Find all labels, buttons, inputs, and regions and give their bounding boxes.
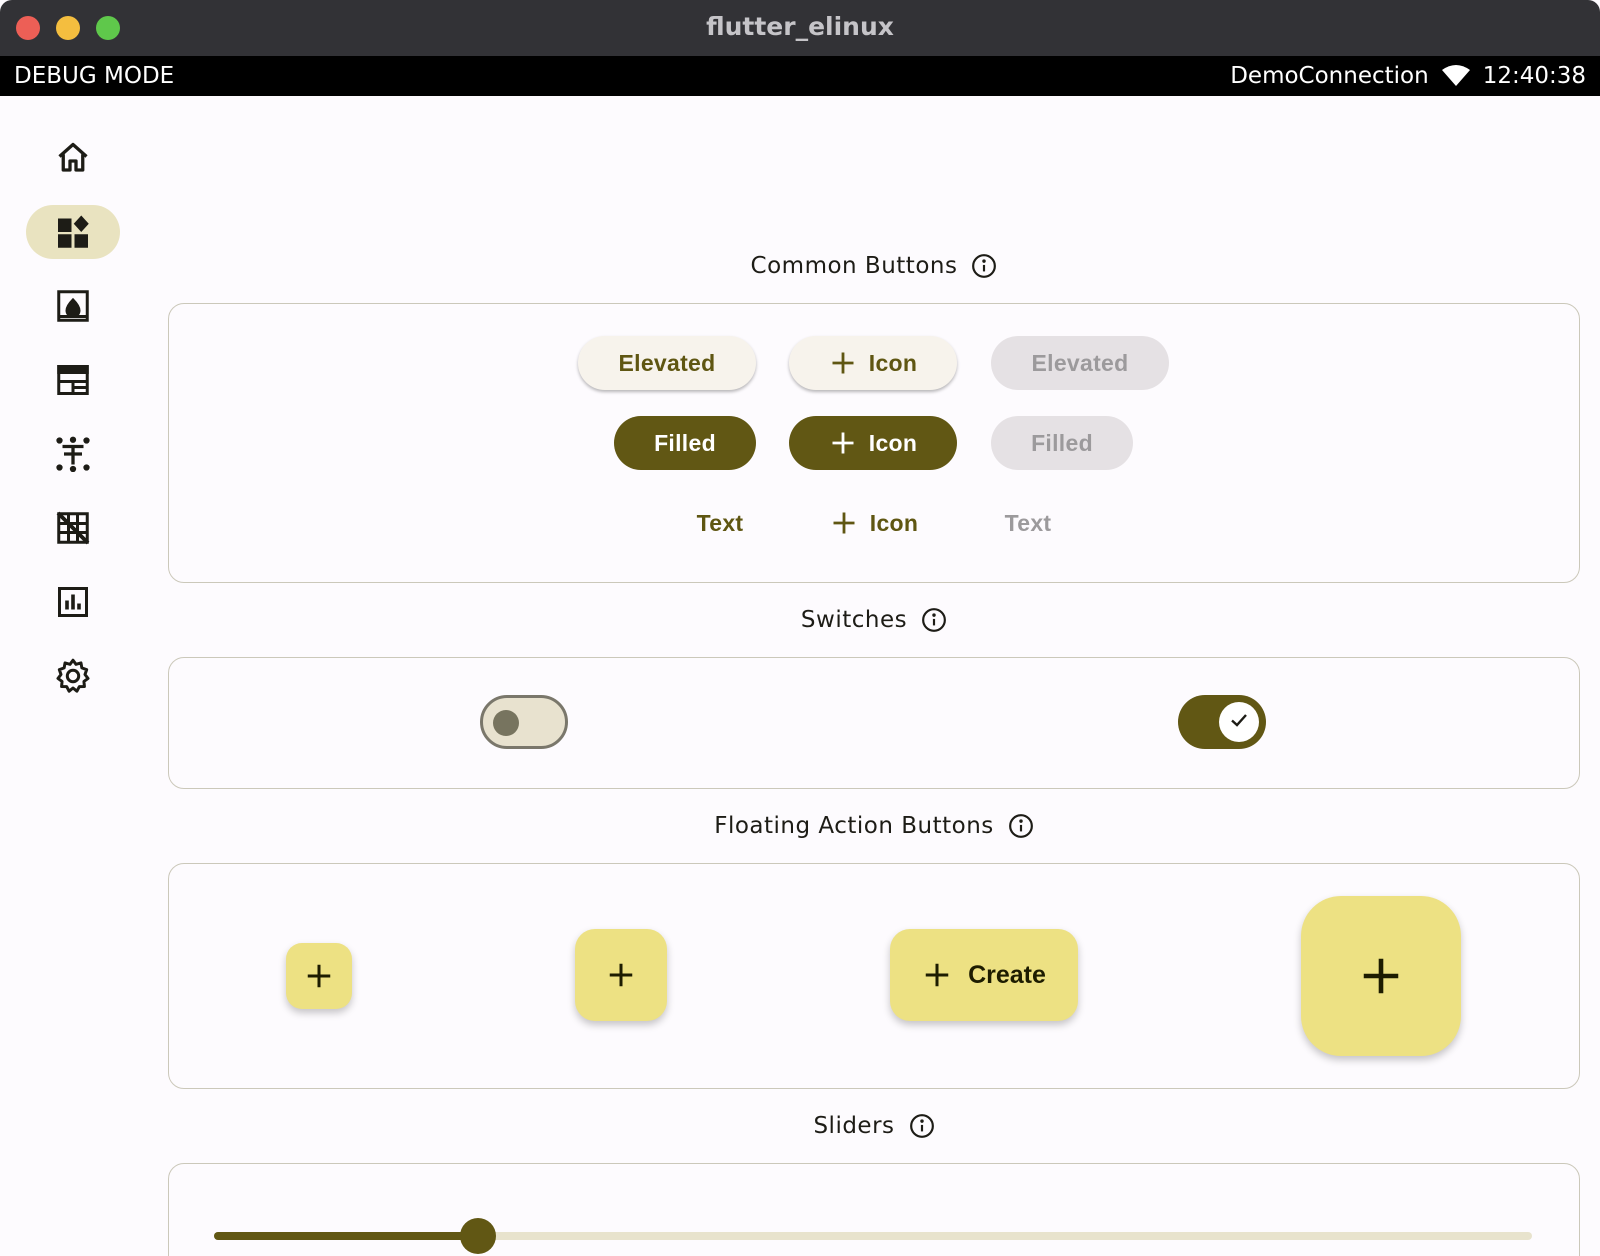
filled-icon-button[interactable]: Icon	[789, 416, 957, 470]
common-buttons-heading: Common Buttons	[168, 251, 1580, 281]
fab-title: Floating Action Buttons	[714, 813, 994, 839]
window-title: flutter_elinux	[706, 12, 894, 41]
widgets-icon	[55, 214, 91, 250]
slider-track[interactable]	[214, 1218, 1532, 1254]
image-icon	[55, 288, 91, 324]
fab[interactable]	[575, 929, 667, 1021]
text-button-label: Text	[696, 509, 744, 536]
nav-grid[interactable]	[26, 501, 120, 555]
check-icon	[1227, 708, 1251, 736]
common-buttons-title: Common Buttons	[750, 253, 958, 279]
debug-mode-label: DEBUG MODE	[14, 63, 175, 89]
nav-settings[interactable]	[26, 649, 120, 703]
grid-off-icon	[55, 510, 91, 546]
switches-card	[168, 657, 1580, 789]
elevated-button-label: Elevated	[618, 349, 716, 376]
bar-chart-icon	[55, 584, 91, 620]
nav-elevation[interactable]	[26, 427, 120, 481]
add-icon	[304, 961, 334, 991]
window-titlebar: flutter_elinux	[0, 0, 1600, 56]
text-button[interactable]: Text	[680, 496, 760, 550]
fab-heading: Floating Action Buttons	[168, 811, 1580, 841]
switches-heading: Switches	[168, 605, 1580, 635]
wifi-icon	[1441, 64, 1471, 88]
elevated-disabled-button: Elevated	[991, 336, 1169, 390]
filled-disabled-button-label: Filled	[1031, 429, 1093, 456]
clock: 12:40:38	[1482, 63, 1586, 89]
sliders-card	[168, 1163, 1580, 1256]
network-name: DemoConnection	[1230, 63, 1429, 89]
sliders-heading: Sliders	[168, 1111, 1580, 1141]
add-icon	[1358, 953, 1404, 999]
switch-off[interactable]	[480, 695, 568, 749]
nav-typography[interactable]	[26, 353, 120, 407]
settings-icon	[55, 658, 91, 694]
text-disabled-button: Text	[988, 496, 1068, 550]
table-chart-icon	[55, 362, 91, 398]
add-icon	[922, 960, 952, 990]
sliders-title: Sliders	[813, 1113, 895, 1139]
nav-color[interactable]	[26, 279, 120, 333]
text-icon	[55, 436, 91, 472]
switches-title: Switches	[800, 607, 908, 633]
small-fab[interactable]	[286, 943, 352, 1009]
add-icon	[830, 509, 858, 537]
elevated-icon-button[interactable]: Icon	[789, 336, 957, 390]
elevated-disabled-button-label: Elevated	[1031, 349, 1129, 376]
home-icon	[55, 140, 91, 176]
text-disabled-button-label: Text	[1004, 509, 1052, 536]
elevated-icon-button-label: Icon	[868, 349, 918, 376]
extended-fab[interactable]: Create	[890, 929, 1078, 1021]
filled-button-label: Filled	[654, 429, 716, 456]
large-fab[interactable]	[1301, 896, 1461, 1056]
slider-thumb[interactable]	[459, 1218, 496, 1254]
slider-active-track	[214, 1232, 478, 1240]
add-icon	[829, 429, 857, 457]
info-icon[interactable]	[921, 607, 947, 633]
nav-charts[interactable]	[26, 575, 120, 629]
filled-disabled-button: Filled	[991, 416, 1133, 470]
elevated-button[interactable]: Elevated	[578, 336, 756, 390]
info-icon[interactable]	[909, 1113, 935, 1139]
info-icon[interactable]	[971, 253, 997, 279]
extended-fab-label: Create	[968, 960, 1046, 989]
filled-button[interactable]: Filled	[614, 416, 756, 470]
switch-thumb	[493, 710, 519, 736]
text-icon-button[interactable]: Icon	[814, 496, 934, 550]
switch-thumb	[1219, 702, 1259, 742]
add-icon	[606, 960, 636, 990]
switch-on[interactable]	[1178, 695, 1266, 749]
add-icon	[829, 349, 857, 377]
info-icon[interactable]	[1008, 813, 1034, 839]
text-icon-button-label: Icon	[869, 509, 919, 536]
nav-home[interactable]	[26, 131, 120, 185]
status-bar: DEBUG MODE DemoConnection 12:40:38	[0, 56, 1600, 96]
filled-icon-button-label: Icon	[868, 429, 918, 456]
nav-components[interactable]	[26, 205, 120, 259]
